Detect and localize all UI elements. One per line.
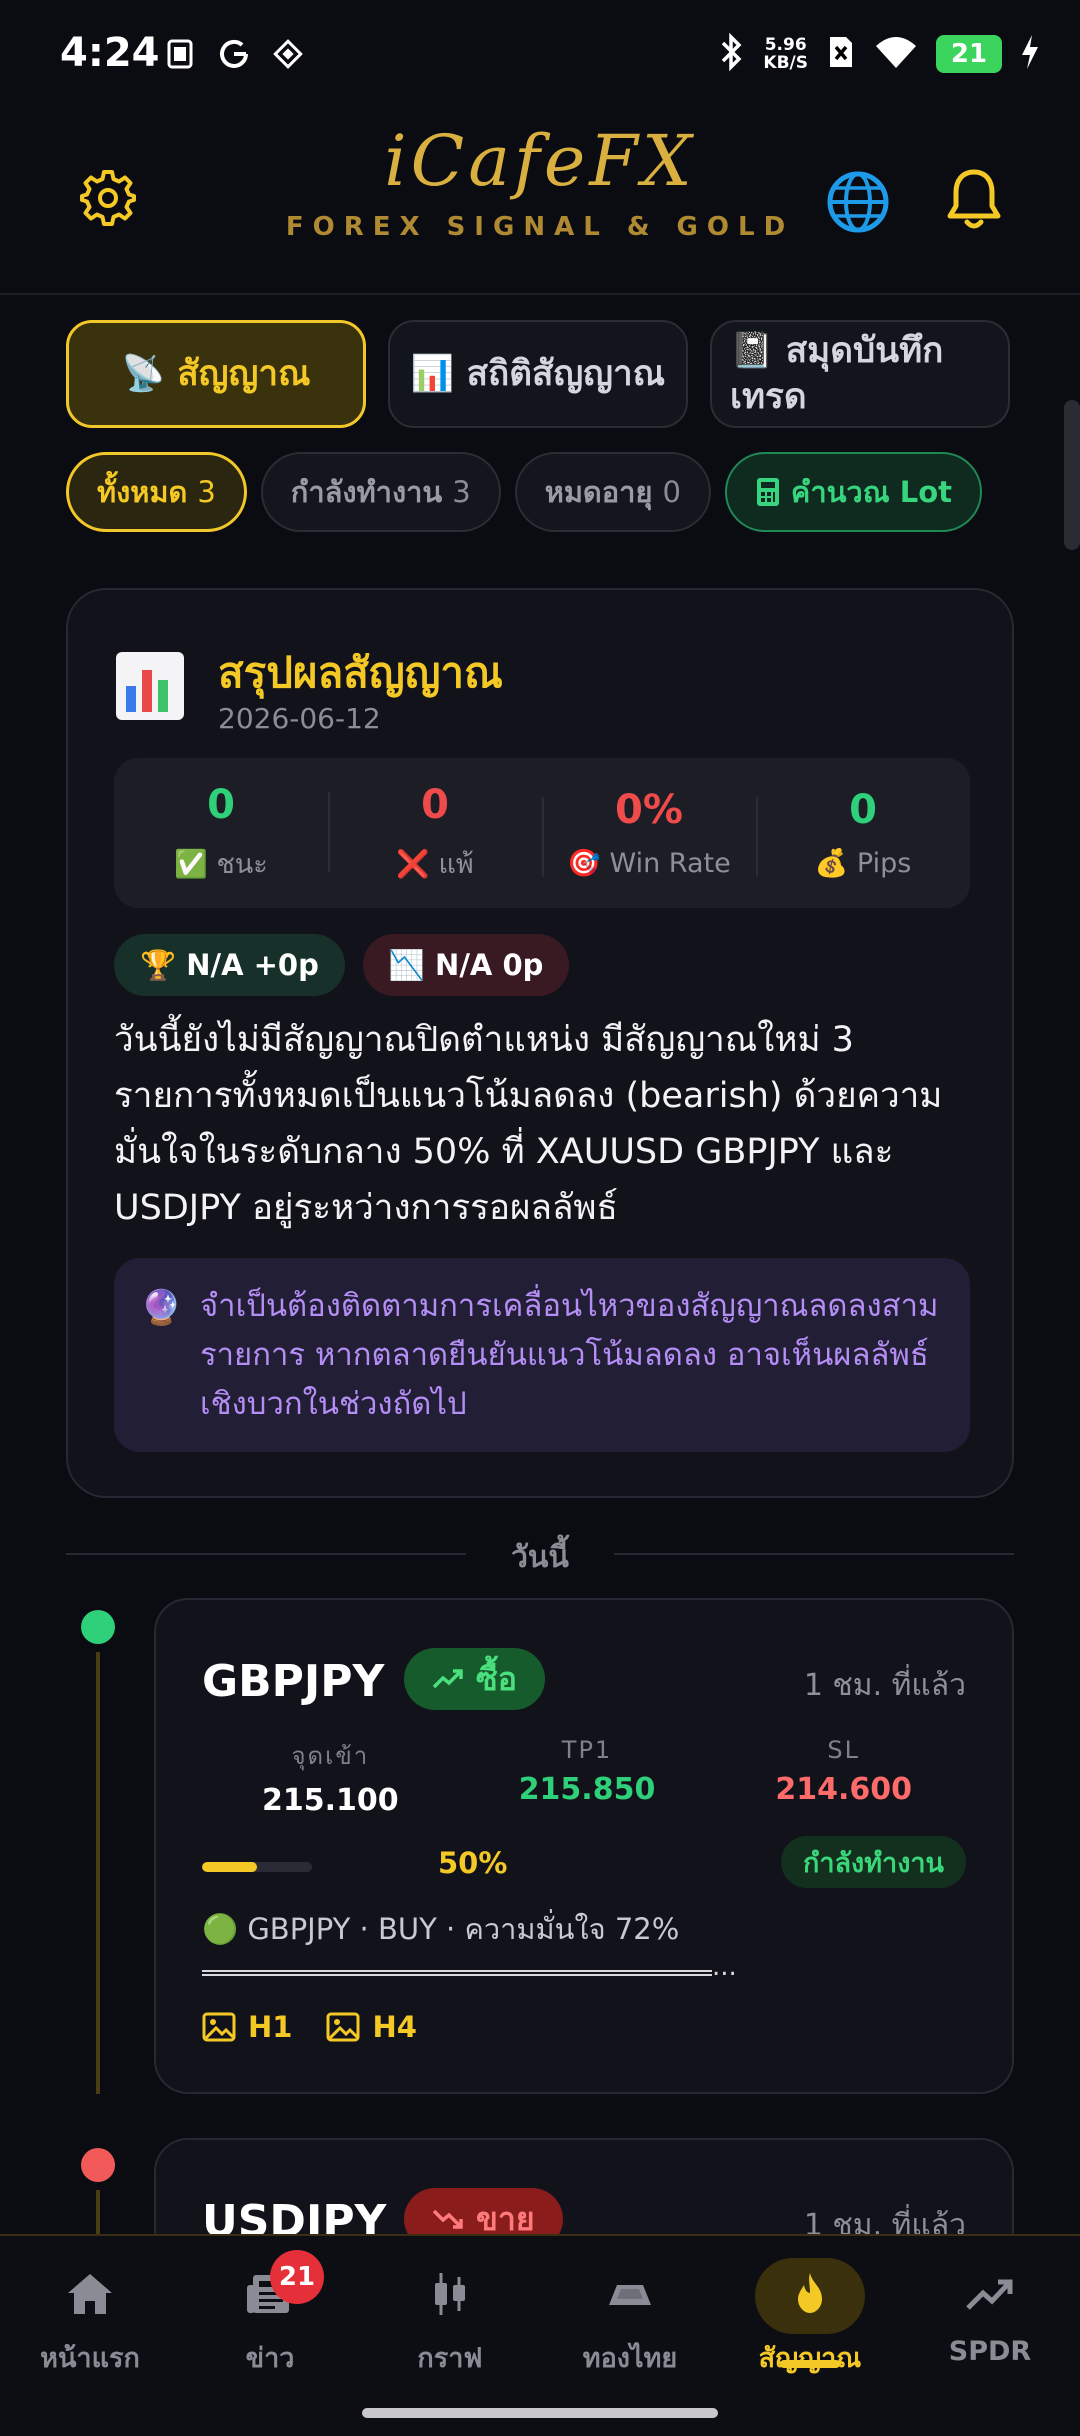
nav-signals[interactable]: สัญญาณ bbox=[720, 2264, 900, 2379]
filter-all[interactable]: ทั้งหมด 3 bbox=[66, 452, 247, 532]
news-count-badge: 21 bbox=[270, 2250, 324, 2304]
status-badge: กำลังทำงาน bbox=[781, 1836, 966, 1888]
stat-wins: 0 ✅ ชนะ bbox=[174, 781, 268, 880]
tp1-level: TP1 215.850 bbox=[518, 1736, 656, 1807]
chart-icon: 📊 bbox=[410, 354, 455, 394]
network-speed: 5.96 KB/S bbox=[763, 35, 808, 73]
sim-icon bbox=[162, 36, 198, 72]
summary-stats: 0 ✅ ชนะ 0 ❌ แพ้ 0% 🎯 Win Rate 0 💰 Pips bbox=[114, 758, 970, 908]
best-signal-badge: 🏆 N/A +0p bbox=[114, 934, 345, 996]
sl-level: SL 214.600 bbox=[775, 1736, 912, 1807]
entry-level: จุดเข้า 215.100 bbox=[262, 1742, 399, 1818]
bell-icon bbox=[947, 169, 1001, 229]
nav-chart[interactable]: กราฟ bbox=[360, 2264, 540, 2379]
notifications-button[interactable] bbox=[944, 166, 1004, 234]
summary-badges: 🏆 N/A +0p 📉 N/A 0p bbox=[114, 934, 570, 996]
progress-percent: 50% bbox=[438, 1846, 508, 1880]
chart-h4-button[interactable]: H4 bbox=[326, 2010, 417, 2044]
app-header: iCafeFX FOREX SIGNAL & GOLD bbox=[0, 110, 1080, 295]
signal-time: 1 ชม. ที่แล้ว bbox=[803, 1668, 966, 1703]
tab-signal-stats[interactable]: 📊 สถิติสัญญาณ bbox=[388, 320, 688, 428]
more-indicator: ... bbox=[712, 1952, 737, 1982]
bar-chart-icon bbox=[114, 650, 186, 722]
globe-icon bbox=[827, 171, 889, 233]
scrollbar[interactable] bbox=[1064, 400, 1080, 550]
google-icon bbox=[216, 36, 252, 72]
logo-subtitle: FOREX SIGNAL & GOLD bbox=[285, 212, 795, 242]
tab-signals[interactable]: 📡 สัญญาณ bbox=[66, 320, 366, 428]
nav-home[interactable]: หน้าแรก bbox=[0, 2264, 180, 2379]
signal-description: 🟢 GBPJPY · BUY · ความมั่นใจ 72% bbox=[202, 1912, 680, 1946]
home-indicator[interactable] bbox=[362, 2408, 718, 2418]
notebook-icon: 📓 bbox=[730, 331, 774, 371]
home-icon bbox=[60, 2264, 120, 2324]
no-sim-icon bbox=[826, 33, 856, 75]
battery-indicator: 21 bbox=[936, 35, 1002, 73]
calculator-icon bbox=[756, 478, 779, 506]
signal-symbol: GBPJPY bbox=[202, 1656, 385, 1707]
language-button[interactable] bbox=[826, 170, 890, 234]
status-system-icons: 5.96 KB/S 21 bbox=[717, 32, 1040, 76]
bottom-navigation: หน้าแรก ข่าว 21 กราฟ ทองไทย สัญญาณ SPDR bbox=[0, 2234, 1080, 2436]
filter-expired[interactable]: หมดอายุ 0 bbox=[514, 452, 711, 532]
trend-down-icon bbox=[432, 2209, 463, 2229]
signal-card[interactable]: GBPJPY ซื้อ 1 ชม. ที่แล้ว จุดเข้า 215.10… bbox=[154, 1598, 1014, 2094]
lot-calculator-button[interactable]: คำนวณ Lot bbox=[724, 452, 982, 532]
image-icon bbox=[326, 2012, 360, 2042]
main-tabs: 📡 สัญญาณ 📊 สถิติสัญญาณ 📓 สมุดบันทึกเทรด bbox=[66, 320, 1010, 428]
summary-text: วันนี้ยังไม่มีสัญญาณปิดตำแหน่ง มีสัญญาณใ… bbox=[114, 1020, 943, 1228]
wifi-icon bbox=[874, 34, 918, 74]
signal-filters: ทั้งหมด 3 กำลังทำงาน 3 หมดอายุ 0 คำนวณ L… bbox=[66, 452, 982, 532]
stat-win-rate: 0% 🎯 Win Rate bbox=[542, 787, 756, 879]
satellite-icon: 📡 bbox=[121, 354, 166, 394]
section-divider-today: วันนี้ bbox=[66, 1534, 1014, 1575]
ai-insight-box: 🔮 จำเป็นต้องติดตามการเคลื่อนไหวของสัญญาณ… bbox=[114, 1258, 970, 1452]
chart-links: H1 H4 bbox=[202, 2010, 417, 2044]
timeline-dot bbox=[81, 2148, 115, 2182]
timeline-dot bbox=[81, 1610, 115, 1644]
nav-spdr[interactable]: SPDR bbox=[900, 2264, 1080, 2367]
binance-icon bbox=[270, 36, 306, 72]
gold-bar-icon bbox=[600, 2264, 660, 2324]
filter-active[interactable]: กำลังทำงาน 3 bbox=[260, 452, 501, 532]
image-icon bbox=[202, 2012, 236, 2042]
worst-signal-badge: 📉 N/A 0p bbox=[362, 934, 570, 996]
trend-up-icon bbox=[432, 1669, 463, 1689]
timeline-line bbox=[96, 2190, 100, 2234]
status-bar: 4:24 5.96 KB/S 21 bbox=[0, 0, 1080, 110]
status-time: 4:24 bbox=[60, 30, 160, 76]
charging-icon bbox=[1020, 33, 1040, 75]
stat-pips: 0 💰 Pips bbox=[756, 787, 970, 879]
stat-losses: 0 ❌ แพ้ bbox=[328, 782, 542, 885]
insight-text: จำเป็นต้องติดตามการเคลื่อนไหวของสัญญาณลด… bbox=[200, 1288, 939, 1422]
summary-title: สรุปผลสัญญาณ bbox=[218, 648, 503, 697]
chart-h1-button[interactable]: H1 bbox=[202, 2010, 292, 2044]
app-logo: iCafeFX FOREX SIGNAL & GOLD bbox=[0, 116, 1080, 242]
crystal-ball-icon: 🔮 bbox=[140, 1288, 183, 1328]
logo-title: iCafeFX bbox=[384, 120, 696, 202]
daily-summary-card: สรุปผลสัญญาณ 2026-06-12 0 ✅ ชนะ 0 ❌ แพ้ … bbox=[66, 588, 1014, 1498]
flame-icon bbox=[780, 2264, 840, 2324]
timeline-line bbox=[96, 1652, 100, 2094]
bluetooth-icon bbox=[717, 32, 745, 76]
nav-thai-gold[interactable]: ทองไทย bbox=[540, 2264, 720, 2379]
progress-fill bbox=[202, 1862, 257, 1872]
signal-divider bbox=[202, 1970, 712, 1976]
status-notification-icons bbox=[162, 36, 306, 72]
summary-date: 2026-06-12 bbox=[218, 702, 381, 735]
signal-levels: จุดเข้า 215.100 TP1 215.850 SL 214.600 bbox=[202, 1736, 972, 1818]
candlestick-icon bbox=[420, 2264, 480, 2324]
direction-badge: ซื้อ bbox=[404, 1648, 545, 1710]
tab-trade-journal[interactable]: 📓 สมุดบันทึกเทรด bbox=[710, 320, 1010, 428]
trending-up-icon bbox=[960, 2264, 1020, 2324]
confidence-progress-bar bbox=[202, 1862, 312, 1872]
section-label: วันนี้ bbox=[511, 1540, 569, 1575]
